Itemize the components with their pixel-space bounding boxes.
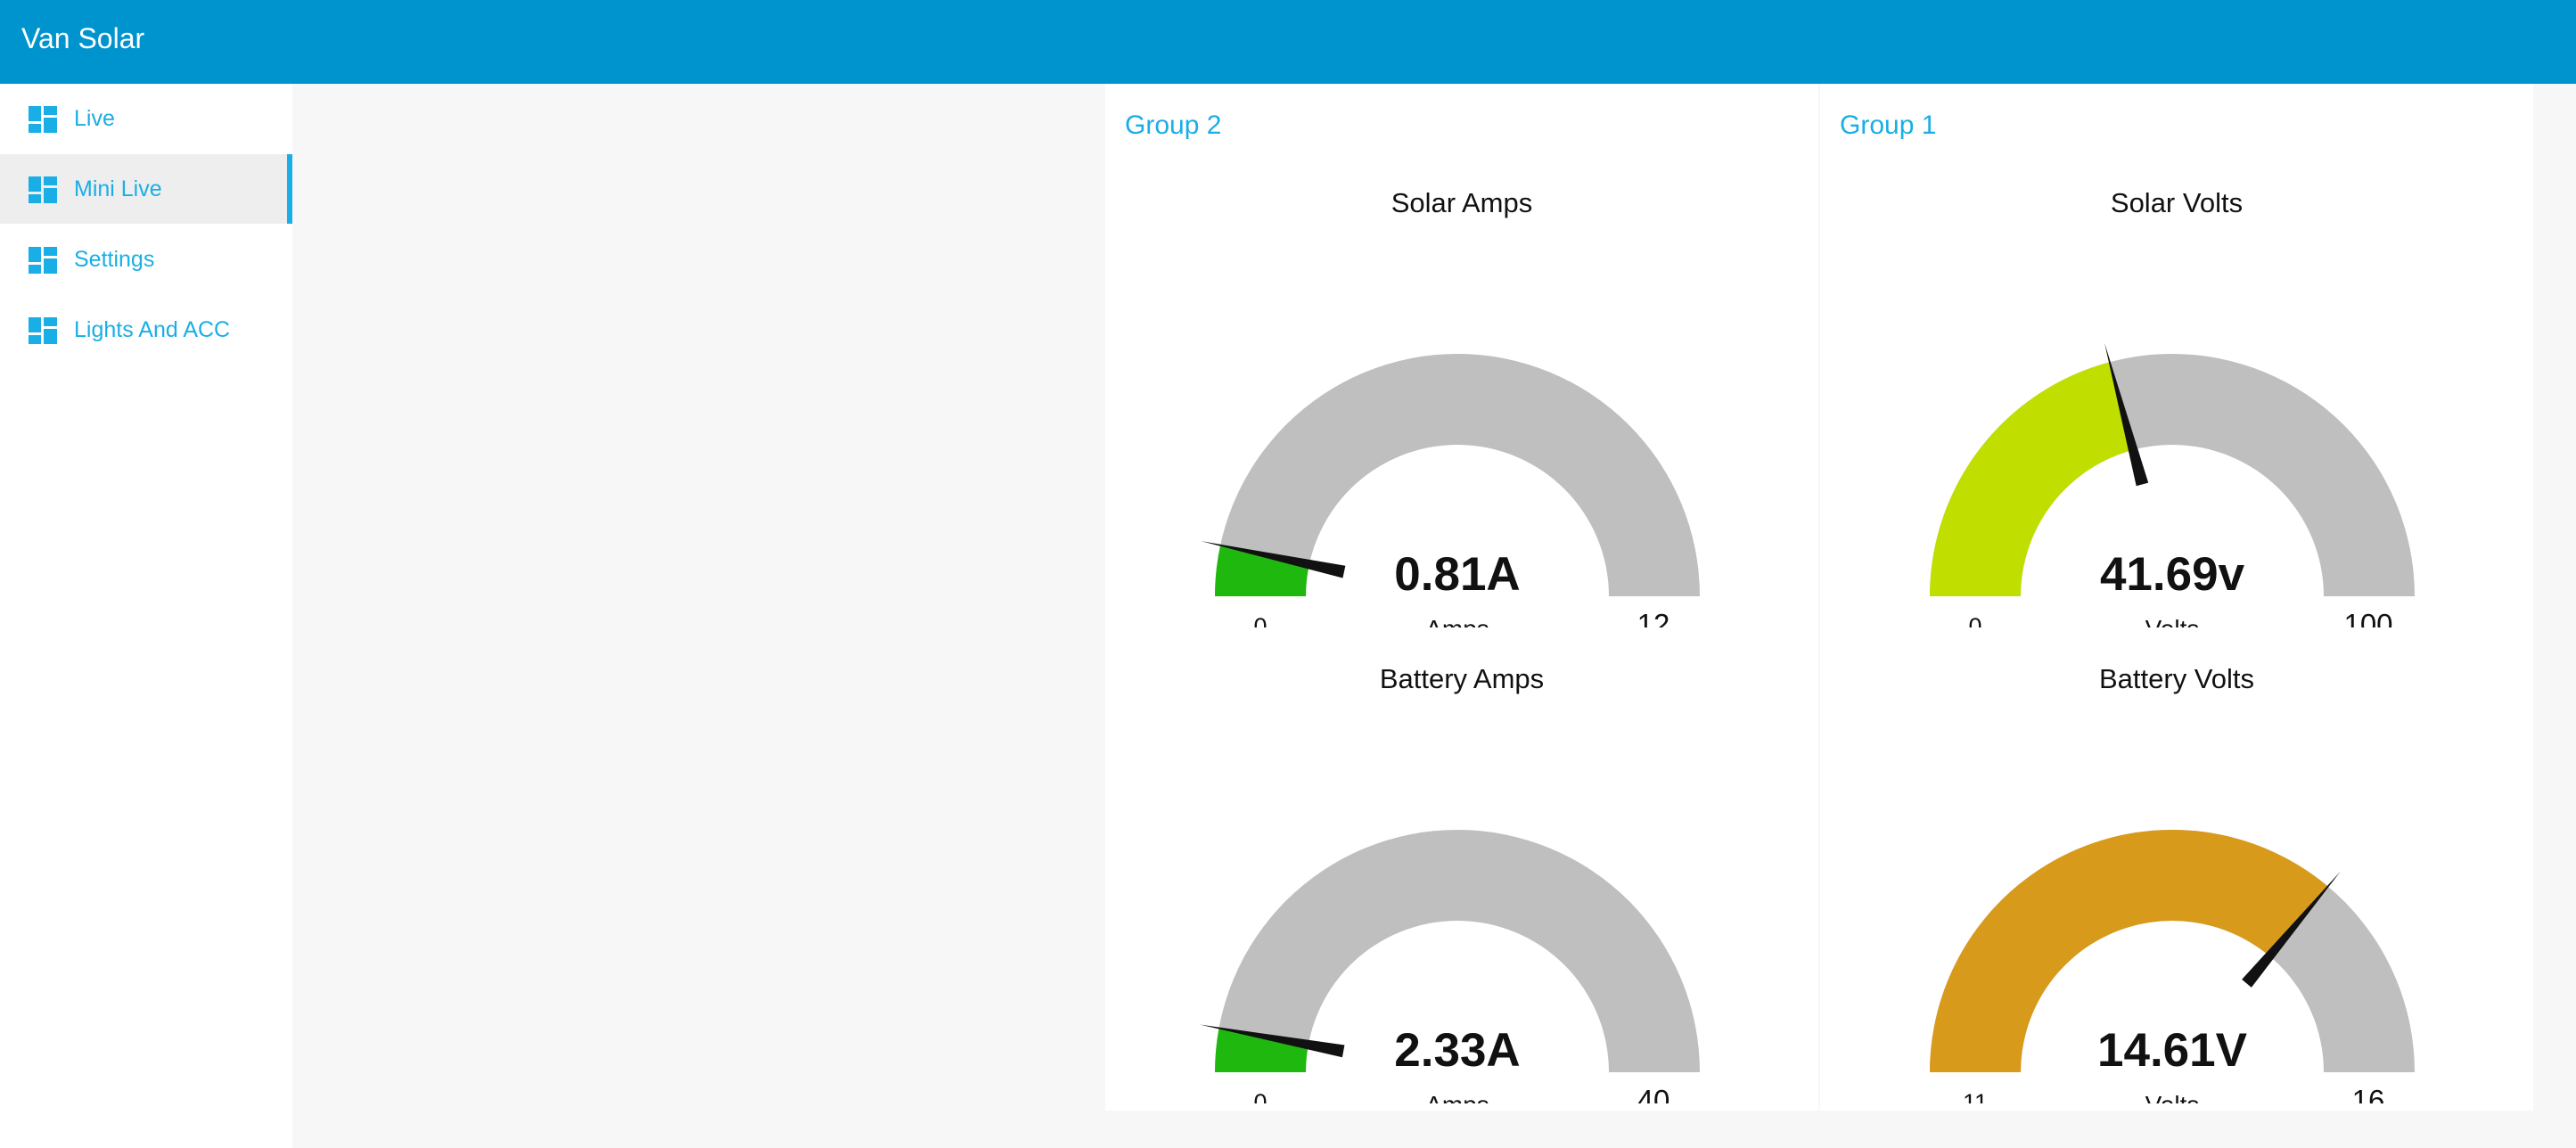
gauge-value: 41.69v	[2100, 548, 2245, 601]
gauge-title: Solar Volts	[2110, 187, 2244, 218]
gauge-value: 14.61V	[2097, 1024, 2247, 1077]
gauge-max-label: 16	[2352, 1084, 2385, 1103]
gauge-title: Battery Volts	[2098, 663, 2255, 694]
gauge-units: Volts	[2145, 1091, 2200, 1103]
gauge-min-label: 0	[1253, 613, 1267, 627]
gauge-units: Amps	[1425, 1091, 1489, 1103]
gauge-value: 2.33A	[1394, 1024, 1520, 1077]
gauge: 0.81A Amps 0 12	[1201, 354, 1700, 627]
gauge-min-label: 0	[1968, 613, 1981, 627]
gauge-min-label: 11	[1963, 1089, 1988, 1103]
sidebar-item-lights-and-acc[interactable]: Lights And ACC	[0, 295, 292, 365]
sidebar: Live Mini Live Settings Lights And ACC	[0, 84, 292, 1148]
gauge: 14.61V Volts 11 16	[1930, 830, 2415, 1103]
gauge: 2.33A Amps 0 40	[1199, 830, 1700, 1103]
dashboard-icon	[29, 247, 57, 274]
group-title: Group 2	[1125, 111, 1222, 140]
sidebar-item-label: Lights And ACC	[74, 317, 231, 342]
dashboard-icon	[29, 317, 57, 344]
app-title: Van Solar	[21, 22, 145, 54]
app-header: Van Solar	[0, 0, 2576, 84]
sidebar-item-label: Live	[74, 106, 115, 131]
group-card: Group 1 Solar Volts 41.69v Volts 0 100 B…	[1820, 84, 2533, 1111]
sidebar-item-settings[interactable]: Settings	[0, 225, 292, 294]
gauge-max-label: 100	[2343, 608, 2392, 627]
gauge-max-label: 12	[1637, 608, 1670, 627]
gauge-title: Solar Amps	[1391, 187, 1533, 218]
gauge-min-label: 0	[1253, 1089, 1267, 1103]
gauge-title: Battery Amps	[1379, 663, 1545, 694]
gauge-units: Amps	[1425, 615, 1489, 627]
dashboard-icon	[29, 106, 57, 133]
dashboard-icon	[29, 176, 57, 203]
group-title: Group 1	[1840, 111, 1937, 140]
group-card: Group 2 Solar Amps 0.81A Amps 0 12 Batte…	[1105, 84, 1818, 1111]
gauge-units: Volts	[2145, 615, 2200, 627]
sidebar-item-label: Settings	[74, 247, 155, 272]
gauge-value: 0.81A	[1394, 548, 1520, 601]
sidebar-item-mini-live[interactable]: Mini Live	[0, 154, 292, 224]
sidebar-item-label: Mini Live	[74, 176, 162, 201]
gauge: 41.69v Volts 0 100	[1930, 342, 2415, 627]
gauge-max-label: 40	[1637, 1084, 1670, 1103]
sidebar-item-live[interactable]: Live	[0, 84, 292, 153]
